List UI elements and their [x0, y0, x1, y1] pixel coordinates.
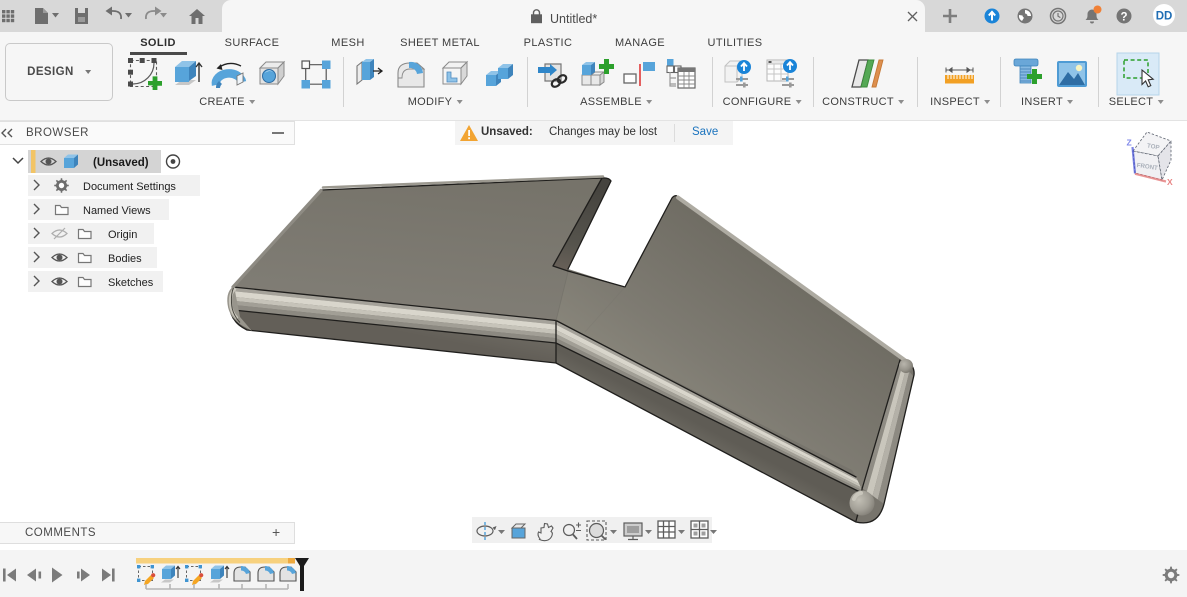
svg-text:Sketches: Sketches [108, 277, 154, 289]
svg-text:Untitled*: Untitled* [550, 12, 597, 26]
svg-text:X: X [1167, 177, 1173, 187]
svg-text:Bodies: Bodies [108, 253, 142, 265]
svg-text:(Unsaved): (Unsaved) [93, 157, 149, 169]
svg-text:Z: Z [1127, 138, 1132, 148]
svg-text:?: ? [1120, 12, 1127, 24]
svg-text:Origin: Origin [108, 229, 137, 241]
svg-text:Document Settings: Document Settings [83, 181, 176, 193]
svg-text:Named Views: Named Views [83, 205, 151, 217]
svg-text:DD: DD [1156, 11, 1173, 23]
